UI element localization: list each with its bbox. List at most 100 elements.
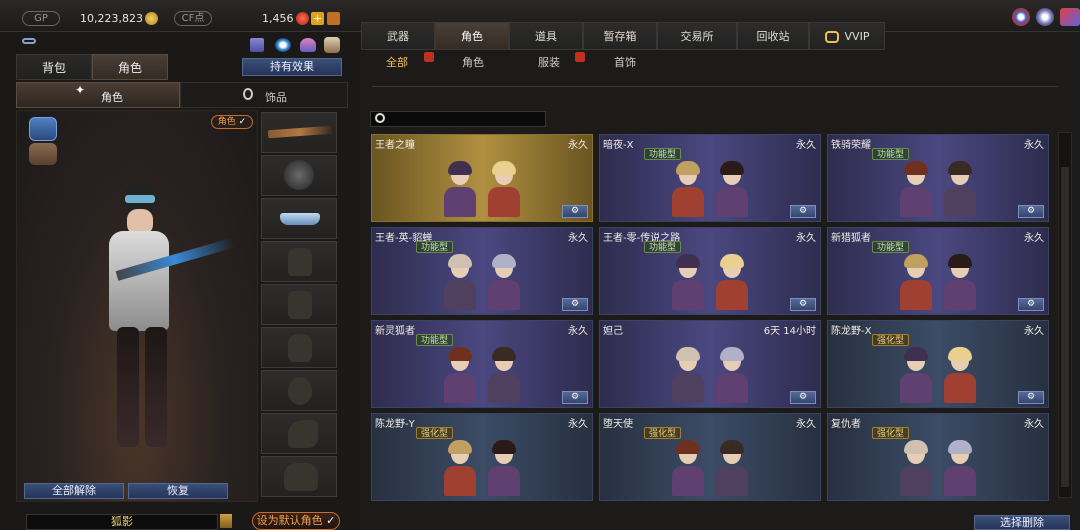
tab-exchange[interactable]: 交易所 <box>657 22 737 50</box>
people-icon[interactable] <box>300 38 316 52</box>
character-card[interactable]: 妲己 6天 14小时 ⚙ <box>599 320 821 408</box>
character-portraits <box>440 430 530 496</box>
card-settings-icon[interactable]: ⚙ <box>562 391 588 404</box>
slot-backpack[interactable] <box>261 284 337 325</box>
card-settings-icon[interactable]: ⚙ <box>790 205 816 218</box>
portrait-icon <box>896 159 936 217</box>
tab-storage[interactable]: 暂存箱 <box>583 22 657 50</box>
gp-label: GP <box>22 11 60 26</box>
card-settings-icon[interactable]: ⚙ <box>790 391 816 404</box>
gift-badge-icon-2 <box>575 52 585 62</box>
tab-items[interactable]: 道具 <box>509 22 583 50</box>
character-card[interactable]: 陈龙野-X 永久 强化型 ⚙ <box>827 320 1049 408</box>
set-default-role-button[interactable]: 设为默认角色 ✓ <box>252 512 340 530</box>
portrait-icon <box>712 345 752 403</box>
subtab-jewelry[interactable]: 首饰 <box>614 54 636 70</box>
subtab-divider <box>372 86 1058 87</box>
eagle-badge-icon[interactable] <box>29 143 57 165</box>
emblem-icon[interactable] <box>1036 8 1054 26</box>
tab-bag[interactable]: 背包 <box>16 54 92 80</box>
card-name: 复仇者 <box>831 419 861 430</box>
portrait-icon <box>440 345 480 403</box>
tab-weapons[interactable]: 武器 <box>361 22 435 50</box>
character-card[interactable]: 王者之瞳 永久 ⚙ <box>371 134 593 222</box>
scrollbar-thumb[interactable] <box>1061 167 1069 487</box>
subtab-role[interactable]: ✦ 角色 <box>16 82 180 108</box>
refresh-icon[interactable] <box>327 12 340 25</box>
card-duration: 永久 <box>568 140 588 151</box>
card-duration: 永久 <box>1024 419 1044 430</box>
portrait-icon <box>484 252 524 310</box>
portrait-icon <box>668 159 708 217</box>
subtab-role-label: 角色 <box>101 91 123 104</box>
card-name: 新猎狐者 <box>831 233 871 244</box>
character-name-field[interactable]: 狐影 <box>26 514 218 530</box>
tab-vvip-label: VVIP <box>844 30 870 43</box>
character-card[interactable]: 王者-英-貂蝉 永久 功能型 ⚙ <box>371 227 593 315</box>
globe-icon[interactable] <box>1012 8 1030 26</box>
card-duration: 永久 <box>1024 140 1044 151</box>
card-settings-icon[interactable]: ⚙ <box>1018 205 1044 218</box>
figure-silhouette-icon <box>288 248 312 276</box>
tab-characters[interactable]: 角色 <box>435 22 509 50</box>
card-name: 妲己 <box>603 326 623 337</box>
vehicle-silhouette-icon <box>284 463 318 491</box>
slot-glasses[interactable] <box>261 198 337 239</box>
character-figure <box>87 171 234 481</box>
character-card[interactable]: 堕天使 永久 强化型 <box>599 413 821 501</box>
search-input[interactable] <box>370 111 546 127</box>
role-dropdown[interactable]: 角色 ✓ <box>211 115 253 129</box>
slot-helmet[interactable] <box>261 155 337 196</box>
card-duration: 永久 <box>568 419 588 430</box>
gift-icon[interactable] <box>250 38 264 52</box>
grenade-silhouette-icon <box>288 377 312 405</box>
slot-primary-weapon[interactable] <box>261 112 337 153</box>
restore-button[interactable]: 恢复 <box>128 483 228 499</box>
tab-role[interactable]: 角色 <box>92 54 168 80</box>
eye-icon[interactable] <box>275 38 291 52</box>
slot-pet[interactable] <box>261 413 337 454</box>
ring-icon <box>243 88 253 100</box>
character-card[interactable]: 暗夜-X 永久 功能型 ⚙ <box>599 134 821 222</box>
subtab-clothing[interactable]: 服装 <box>538 54 560 70</box>
slot-grenade[interactable] <box>261 370 337 411</box>
add-cf-icon[interactable]: + <box>311 12 324 25</box>
select-delete-button[interactable]: 选择删除 <box>974 515 1070 530</box>
portrait-icon <box>440 159 480 217</box>
slot-figure[interactable] <box>261 241 337 282</box>
tab-vvip[interactable]: VVIP <box>809 22 885 50</box>
subtab-characters[interactable]: 角色 <box>462 54 484 70</box>
vip-logo-icon[interactable] <box>1060 8 1080 26</box>
subtab-accessory[interactable]: 饰品 <box>180 82 348 108</box>
portrait-icon <box>712 252 752 310</box>
card-duration: 永久 <box>796 419 816 430</box>
card-settings-icon[interactable]: ⚙ <box>562 298 588 311</box>
card-settings-icon[interactable]: ⚙ <box>1018 298 1044 311</box>
portrait-icon <box>896 438 936 496</box>
card-settings-icon[interactable]: ⚙ <box>562 205 588 218</box>
card-name: 新灵狐者 <box>375 326 415 337</box>
character-card[interactable]: 新灵狐者 永久 功能型 ⚙ <box>371 320 593 408</box>
unequip-all-button[interactable]: 全部解除 <box>24 483 124 499</box>
card-settings-icon[interactable]: ⚙ <box>1018 391 1044 404</box>
card-name: 陈龙野-X <box>831 326 872 337</box>
card-duration: 永久 <box>1024 233 1044 244</box>
character-card[interactable]: 王者-零-传说之路 永久 功能型 ⚙ <box>599 227 821 315</box>
holding-effect-button[interactable]: 持有效果 <box>242 58 342 76</box>
scrollbar[interactable] <box>1058 132 1072 498</box>
edit-name-icon[interactable] <box>220 514 232 528</box>
wing-badge-icon[interactable] <box>29 117 57 141</box>
subtab-all[interactable]: 全部 <box>386 54 408 70</box>
card-duration: 永久 <box>568 233 588 244</box>
character-card[interactable]: 新猎狐者 永久 功能型 ⚙ <box>827 227 1049 315</box>
character-card[interactable]: 陈龙野-Y 永久 强化型 <box>371 413 593 501</box>
slot-vehicle[interactable] <box>261 456 337 497</box>
character-card[interactable]: 复仇者 永久 强化型 <box>827 413 1049 501</box>
card-settings-icon[interactable]: ⚙ <box>790 298 816 311</box>
set-default-label: 设为默认角色 <box>256 514 323 527</box>
slot-bottle[interactable] <box>261 327 337 368</box>
search-icon <box>375 113 385 123</box>
character-card[interactable]: 铁骑荣耀 永久 功能型 ⚙ <box>827 134 1049 222</box>
tab-recycle[interactable]: 回收站 <box>737 22 809 50</box>
bag-icon[interactable] <box>324 37 340 53</box>
